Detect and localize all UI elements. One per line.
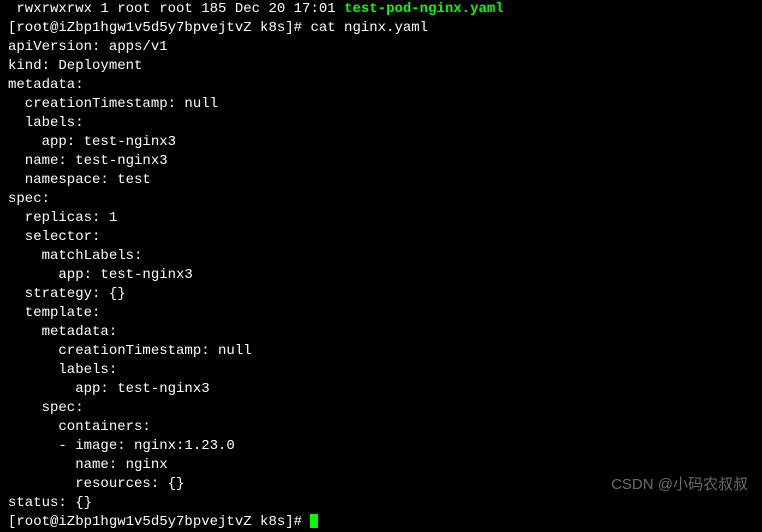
yaml-line: app: test-nginx3: [8, 133, 754, 152]
yaml-line: name: nginx: [8, 456, 754, 475]
cursor-icon: [310, 514, 318, 528]
watermark: CSDN @小码农叔叔: [611, 475, 748, 494]
yaml-line: labels:: [8, 361, 754, 380]
yaml-line: - image: nginx:1.23.0: [8, 437, 754, 456]
yaml-line: metadata:: [8, 76, 754, 95]
yaml-line: matchLabels:: [8, 247, 754, 266]
yaml-line: creationTimestamp: null: [8, 95, 754, 114]
yaml-line: template:: [8, 304, 754, 323]
file-name: test-pod-nginx.yaml: [344, 1, 504, 17]
yaml-line: spec:: [8, 399, 754, 418]
yaml-line: app: test-nginx3: [8, 266, 754, 285]
yaml-line: selector:: [8, 228, 754, 247]
yaml-line: containers:: [8, 418, 754, 437]
yaml-line: kind: Deployment: [8, 57, 754, 76]
yaml-line: name: test-nginx3: [8, 152, 754, 171]
prompt-text: [root@iZbp1hgw1v5d5y7bpvejtvZ k8s]#: [8, 514, 310, 530]
yaml-line: app: test-nginx3: [8, 380, 754, 399]
terminal-output[interactable]: rwxrwxrwx 1 root root 185 Dec 20 17:01 t…: [8, 0, 754, 532]
ls-line: rwxrwxrwx 1 root root 185 Dec 20 17:01 t…: [8, 0, 754, 19]
yaml-line: spec:: [8, 190, 754, 209]
yaml-line: replicas: 1: [8, 209, 754, 228]
yaml-line: namespace: test: [8, 171, 754, 190]
yaml-line: strategy: {}: [8, 285, 754, 304]
yaml-line: labels:: [8, 114, 754, 133]
yaml-line: creationTimestamp: null: [8, 342, 754, 361]
prompt-current[interactable]: [root@iZbp1hgw1v5d5y7bpvejtvZ k8s]#: [8, 513, 754, 532]
prompt-cat: [root@iZbp1hgw1v5d5y7bpvejtvZ k8s]# cat …: [8, 19, 754, 38]
yaml-line: status: {}: [8, 494, 754, 513]
file-perms: rwxrwxrwx 1 root root 185 Dec 20 17:01: [8, 1, 344, 17]
yaml-line: apiVersion: apps/v1: [8, 38, 754, 57]
yaml-line: metadata:: [8, 323, 754, 342]
